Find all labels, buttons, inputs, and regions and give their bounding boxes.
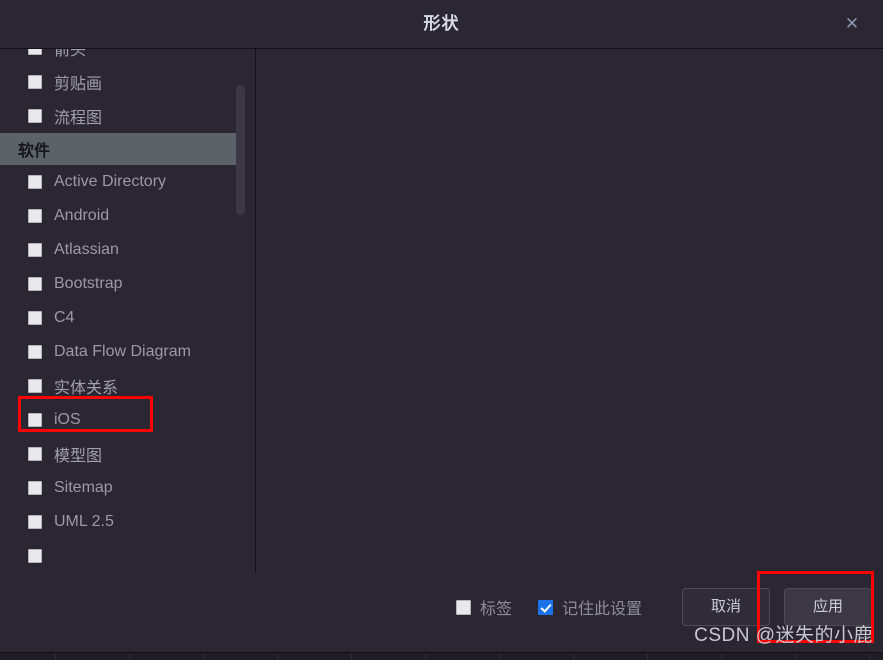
shape-list-item[interactable]: [0, 539, 240, 573]
list-scrollbar-track[interactable]: [236, 49, 250, 573]
remember-setting-checkbox-box: [537, 599, 553, 615]
shape-list-item-checkbox[interactable]: [28, 413, 42, 427]
shape-list-item-checkbox[interactable]: [28, 277, 42, 291]
shape-list-item-checkbox[interactable]: [28, 447, 42, 461]
strip-tick: [795, 653, 796, 660]
shape-list-item-label: UML 2.5: [54, 513, 114, 530]
shape-list-section-header[interactable]: 软件: [0, 133, 237, 165]
shape-list-item[interactable]: Sitemap: [0, 471, 240, 505]
shape-list-item[interactable]: 模型图: [0, 437, 240, 471]
shape-list-item-checkbox[interactable]: [28, 75, 42, 89]
strip-tick: [425, 653, 426, 660]
shape-list-item-checkbox[interactable]: [28, 209, 42, 223]
shape-list-item[interactable]: 箭头: [0, 49, 240, 65]
shape-list-item-label: C4: [54, 309, 75, 326]
strip-tick: [721, 653, 722, 660]
strip-tick: [351, 653, 352, 660]
shape-list-item-label: 流程图: [54, 110, 103, 127]
strip-tick: [647, 653, 648, 660]
shape-list-item-label: Bootstrap: [54, 275, 123, 292]
shape-list-item-checkbox[interactable]: [28, 49, 42, 55]
watermark: CSDN @迷失的小鹿: [694, 625, 873, 646]
shape-list-item-label: Data Flow Diagram: [54, 343, 191, 360]
shape-list-item-label: Sitemap: [54, 479, 113, 496]
shape-list-item-checkbox[interactable]: [28, 515, 42, 529]
shape-list-item[interactable]: Active Directory: [0, 165, 240, 199]
shape-list-item-checkbox[interactable]: [28, 311, 42, 325]
list-scrollbar-thumb[interactable]: [236, 85, 245, 215]
strip-tick: [203, 653, 204, 660]
strip-tick: [277, 653, 278, 660]
remember-setting-checkbox-label: 记住此设置: [561, 601, 642, 618]
shape-list-item-checkbox[interactable]: [28, 379, 42, 393]
shape-list-item-label: iOS: [54, 411, 81, 428]
shape-dialog: 形状 ✕ 箭头剪贴画流程图 软件 Active Directory Android At…: [0, 0, 883, 660]
label-checkbox-label: 标签: [479, 601, 512, 618]
shape-list-item-checkbox[interactable]: [28, 549, 42, 563]
shape-list-item-checkbox[interactable]: [28, 175, 42, 189]
shape-list-item-label: 剪贴画: [54, 76, 103, 93]
shape-list-item[interactable]: Android: [0, 199, 240, 233]
dialog-titlebar: 形状 ✕: [0, 0, 883, 49]
shape-library-pane: 箭头剪贴画流程图 软件 Active Directory Android Atlassi…: [0, 49, 256, 573]
strip-tick: [129, 653, 130, 660]
strip-tick: [869, 653, 870, 660]
shape-list-item-label: 箭头: [54, 49, 87, 59]
dialog-title: 形状: [423, 14, 460, 33]
shape-list-item[interactable]: 剪贴画: [0, 65, 240, 99]
shape-list-item[interactable]: UML 2.5: [0, 505, 240, 539]
shape-list-item-label: 实体关系: [54, 380, 119, 397]
shape-list-item-checkbox[interactable]: [28, 345, 42, 359]
shape-list-item-label: Atlassian: [54, 241, 119, 258]
label-checkbox[interactable]: 标签: [455, 595, 512, 619]
shape-list-item[interactable]: Data Flow Diagram: [0, 335, 240, 369]
shape-list-item-checkbox[interactable]: [28, 243, 42, 257]
shape-list-item[interactable]: Atlassian: [0, 233, 240, 267]
shape-list-item[interactable]: Bootstrap: [0, 267, 240, 301]
strip-tick: [573, 653, 574, 660]
strip-tick: [55, 653, 56, 660]
bottom-edge-strip: [0, 652, 883, 660]
shape-list-item[interactable]: 实体关系: [0, 369, 240, 403]
shape-list-item[interactable]: 流程图: [0, 99, 240, 133]
shape-preview-pane: [256, 49, 883, 573]
strip-tick: [499, 653, 500, 660]
label-checkbox-box: [455, 599, 471, 615]
shape-list-item-label: Active Directory: [54, 173, 167, 190]
remember-setting-checkbox[interactable]: 记住此设置: [537, 595, 642, 619]
shape-list-item-checkbox[interactable]: [28, 481, 42, 495]
dialog-body: 箭头剪贴画流程图 软件 Active Directory Android Atlassi…: [0, 49, 883, 573]
shape-list-item-label: Android: [54, 207, 110, 224]
shape-list-section-label: 软件: [18, 143, 51, 160]
close-icon[interactable]: ✕: [839, 11, 865, 37]
shape-list-item-checkbox[interactable]: [28, 109, 42, 123]
shape-list-item[interactable]: C4: [0, 301, 240, 335]
shape-list-item[interactable]: iOS: [0, 403, 240, 437]
shape-library-list: 箭头剪贴画流程图 软件 Active Directory Android Atlassi…: [0, 49, 240, 573]
shape-list-item-label: 模型图: [54, 448, 103, 465]
